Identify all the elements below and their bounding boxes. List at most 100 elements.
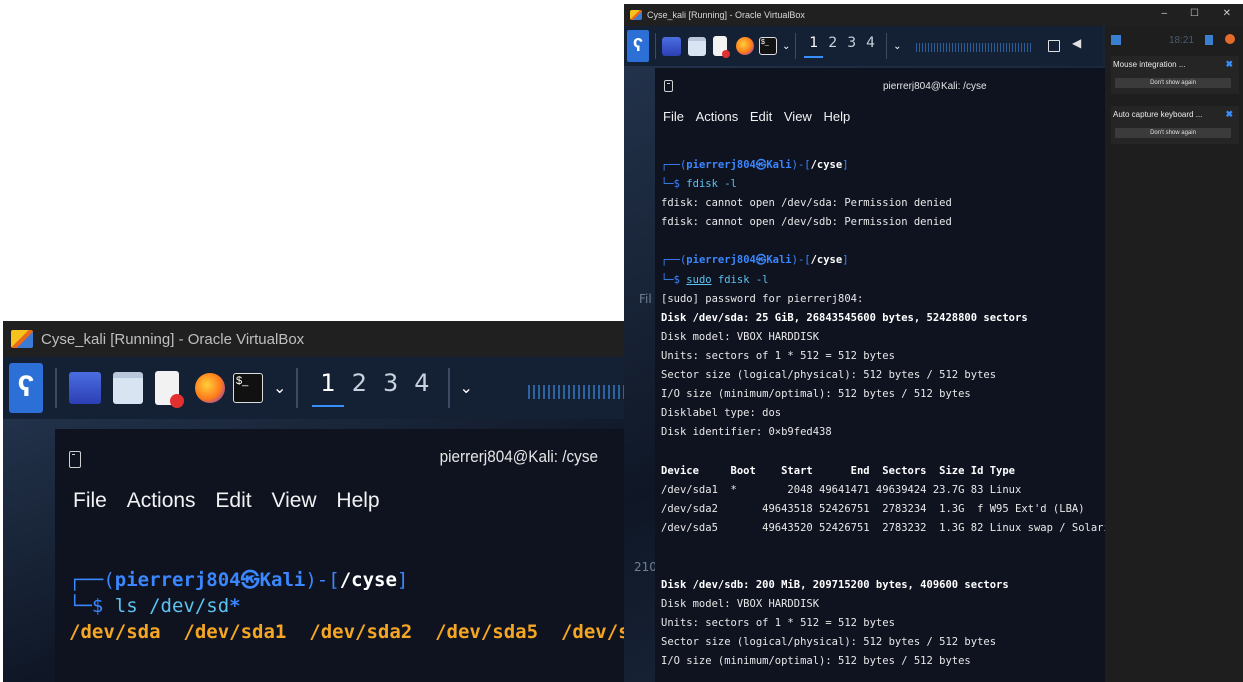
output-line: Units: sectors of 1 * 512 = 512 bytes [661, 617, 895, 630]
firefox-icon[interactable] [736, 37, 754, 55]
notification-close-icon[interactable]: ✖ [1225, 59, 1233, 70]
output-line: fdisk: cannot open /dev/sda: Permission … [661, 197, 952, 210]
kali-menu-icon[interactable]: ʕ [9, 363, 43, 413]
kali-menu-icon[interactable]: ʕ [627, 30, 649, 62]
terminal-icon[interactable]: $_ [233, 373, 263, 403]
desktop-ghost-label: Fil [639, 292, 652, 306]
right-terminal-header[interactable]: pierrerj804@Kali: /cyse [655, 68, 1105, 104]
menu-help[interactable]: Help [823, 104, 850, 130]
menu-actions[interactable]: Actions [696, 104, 739, 130]
prompt-sep: )-[ [791, 254, 811, 267]
prompt-corner: ┌──( [69, 569, 115, 591]
terminal-icon[interactable]: $_ [759, 37, 777, 55]
menu-actions[interactable]: Actions [127, 489, 196, 513]
left-terminal-title: pierrerj804@Kali: /cyse [439, 447, 598, 466]
right-terminal-body[interactable]: ┌──(pierrerj804㉿Kali)-[/cyse] └─$ fdisk … [655, 142, 1105, 672]
prompt-user-host: pierrerj804㉿Kali [686, 254, 792, 267]
left-terminal-menubar: File Actions Edit View Help [55, 489, 628, 529]
partition-row: /dev/sda1 * 2048 49641471 49639424 23.7G… [661, 483, 1022, 496]
file-manager-icon[interactable] [688, 36, 706, 56]
prompt-corner: ┌──( [661, 159, 687, 171]
minimize-button[interactable]: – [1161, 8, 1167, 19]
volume-icon[interactable]: ◀ [1072, 36, 1081, 50]
left-kali-taskbar: ʕ $_ ⌄ 1 2 3 4 ⌄ [3, 357, 628, 419]
prompt-path: /cyse [810, 254, 843, 267]
command-line: └─$ fdisk -l [661, 175, 1105, 194]
dont-show-again-button[interactable]: Don't show again [1115, 128, 1231, 138]
menu-file[interactable]: File [73, 489, 107, 513]
taskbar-separator [55, 368, 57, 408]
virtualbox-logo-icon [11, 330, 33, 348]
partition-row: /dev/sda2 49643518 52426751 2783234 1.3G… [661, 502, 1085, 515]
output-line: I/O size (minimum/optimal): 512 bytes / … [661, 388, 971, 401]
ls-item-sdb: /dev/sdb [560, 621, 628, 643]
menu-file[interactable]: File [663, 104, 684, 130]
menu-edit[interactable]: Edit [750, 104, 772, 130]
notification-auto-capture-keyboard: Auto capture keyboard ... ✖ Don't show a… [1111, 106, 1239, 144]
dont-show-again-button[interactable]: Don't show again [1115, 78, 1231, 88]
menu-edit[interactable]: Edit [215, 489, 251, 513]
notification-close-icon[interactable]: ✖ [1225, 109, 1233, 120]
right-terminal-window: pierrerj804@Kali: /cyse File Actions Edi… [655, 68, 1105, 682]
terminal-dropdown-chevron-icon[interactable]: ⌄ [782, 41, 790, 52]
command-glob: * [229, 595, 241, 617]
right-kali-taskbar: ʕ $_ ⌄ 1 2 3 4 ⌄ ◀ [624, 26, 1103, 66]
prompt-close: ] [842, 254, 849, 267]
output-line: Disk identifier: 0×b9fed438 [661, 426, 832, 439]
window-overview-icon[interactable] [1048, 40, 1060, 52]
show-desktop-icon[interactable] [69, 372, 101, 404]
right-terminal-menubar: File Actions Edit View Help [655, 104, 1105, 142]
prompt-close: ] [842, 159, 849, 171]
text-editor-icon[interactable] [713, 36, 730, 58]
disk-sdb-header: Disk /dev/sdb: 200 MiB, 209715200 bytes,… [661, 579, 1009, 592]
file-manager-icon[interactable] [113, 372, 143, 404]
left-window-title: Cyse_kali [Running] - Oracle VirtualBox [41, 330, 305, 348]
prompt-path: /cyse [339, 569, 397, 591]
ls-item-sda5: /dev/sda5 [435, 621, 539, 643]
left-vbox-window: Cyse_kali [Running] - Oracle VirtualBox … [3, 321, 628, 682]
prompt-path: /cyse [810, 159, 843, 171]
left-title-bar[interactable]: Cyse_kali [Running] - Oracle VirtualBox [3, 321, 628, 357]
workspace-dropdown-chevron-icon[interactable]: ⌄ [893, 41, 901, 52]
notification-title: Auto capture keyboard ... [1113, 110, 1203, 119]
menu-view[interactable]: View [784, 104, 812, 130]
terminal-dropdown-chevron-icon[interactable]: ⌄ [273, 378, 286, 398]
taskbar-separator [795, 33, 797, 59]
command-line: └─$ sudo fdisk -l [661, 271, 1105, 290]
partition-row: /dev/sda5 49643520 52426751 2783232 1.3G… [661, 521, 1105, 534]
power-icon[interactable] [1225, 34, 1235, 44]
notification-panel: 18:21 Mouse integration ... ✖ Don't show… [1105, 26, 1243, 682]
notification-mouse-integration: Mouse integration ... ✖ Don't show again [1111, 56, 1239, 94]
prompt-close: ] [396, 569, 409, 591]
text-editor-icon[interactable] [155, 371, 184, 408]
left-terminal-body[interactable]: ┌──(pierrerj804㉿Kali)-[/cyse] └─$ ls /de… [55, 529, 628, 645]
workspace-2[interactable]: 2 [823, 35, 842, 58]
output-line: Units: sectors of 1 * 512 = 512 bytes [661, 349, 895, 362]
editor-badge-icon [722, 50, 730, 58]
taskbar-separator [447, 368, 450, 408]
workspace-3[interactable]: 3 [842, 35, 861, 58]
right-terminal-title: pierrerj804@Kali: /cyse [883, 81, 987, 92]
workspace-2[interactable]: 2 [344, 369, 375, 407]
workspace-4[interactable]: 4 [861, 35, 880, 58]
workspace-1[interactable]: 1 [312, 369, 344, 407]
prompt-user-host: pierrerj804㉿Kali [686, 159, 792, 171]
left-terminal-header[interactable]: pierrerj804@Kali: /cyse [55, 429, 628, 489]
menu-help[interactable]: Help [336, 489, 379, 513]
workspace-3[interactable]: 3 [375, 369, 406, 407]
firefox-icon[interactable] [195, 373, 225, 403]
battery-icon [1205, 35, 1213, 45]
virtualbox-logo-icon [630, 10, 642, 20]
maximize-button[interactable]: ☐ [1190, 8, 1199, 19]
workspace-4[interactable]: 4 [406, 369, 437, 407]
close-button[interactable]: ✕ [1223, 8, 1231, 19]
menu-view[interactable]: View [271, 489, 316, 513]
workspace-1[interactable]: 1 [804, 35, 824, 58]
prompt-dollar: └─$ [661, 273, 687, 286]
prompt-line: ┌──(pierrerj804㉿Kali)-[/cyse] [69, 567, 628, 593]
workspace-dropdown-chevron-icon[interactable]: ⌄ [460, 378, 473, 398]
show-desktop-icon[interactable] [662, 36, 681, 56]
terminal-window-icon [69, 450, 81, 468]
right-title-bar[interactable]: Cyse_kali [Running] - Oracle VirtualBox … [624, 4, 1243, 26]
